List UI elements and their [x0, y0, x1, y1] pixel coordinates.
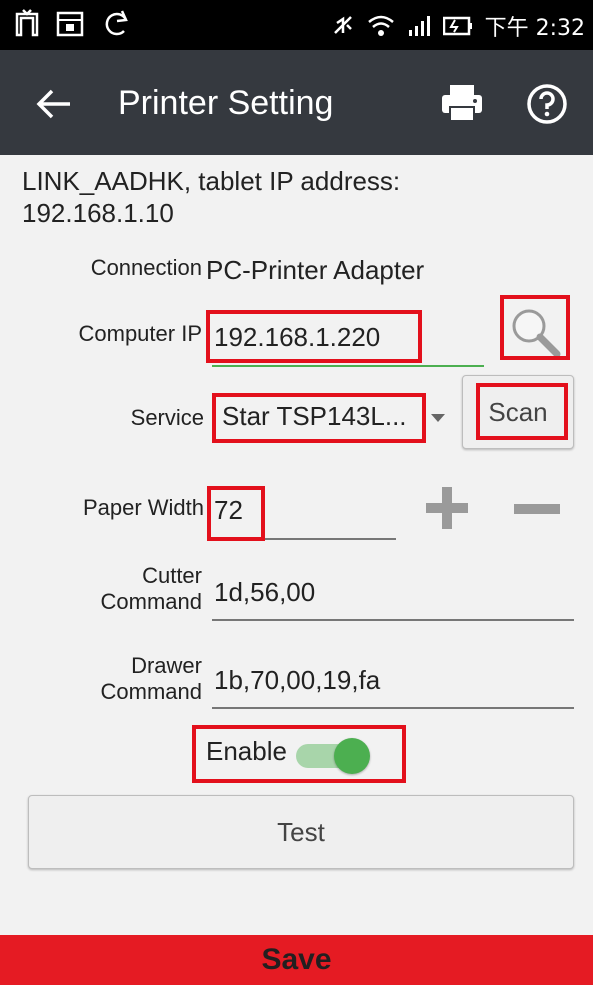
app-bar: Printer Setting: [0, 50, 593, 155]
connection-value: PC-Printer Adapter: [206, 255, 425, 285]
computer-ip-underline: [212, 365, 484, 367]
status-right-icons: 下午 2:32: [331, 10, 585, 42]
status-bar: 下午 2:32: [0, 0, 593, 50]
refresh-icon: [105, 10, 128, 36]
page-title: Printer Setting: [118, 84, 334, 122]
notification-icon: [15, 9, 39, 37]
drawer-command-underline: [212, 707, 574, 709]
drawer-label-line2: Command: [100, 679, 202, 704]
cutter-command-input[interactable]: 1d,56,00: [214, 577, 315, 608]
computer-ip-highlight: [206, 310, 422, 363]
back-arrow-icon[interactable]: [30, 80, 78, 128]
scan-highlight: [476, 383, 568, 440]
battery-icon: [442, 16, 472, 36]
cutter-command-underline: [212, 619, 574, 621]
plus-icon[interactable]: [424, 485, 470, 531]
wifi-icon: [367, 15, 394, 36]
save-button[interactable]: Save: [0, 935, 593, 985]
status-left-icons: [14, 8, 132, 38]
computer-ip-label: Computer IP: [78, 321, 203, 346]
drawer-command-input[interactable]: 1b,70,00,19,fa: [214, 665, 380, 696]
test-button[interactable]: Test: [28, 795, 574, 869]
paper-width-highlight: [207, 486, 265, 541]
help-icon[interactable]: [526, 83, 568, 125]
dropdown-arrow-icon[interactable]: [430, 413, 446, 423]
cutter-label-line1: Cutter: [142, 563, 202, 588]
minus-icon[interactable]: [514, 503, 560, 515]
info-line-2: 192.168.1.10: [22, 198, 174, 228]
status-time: 下午 2:32: [484, 16, 585, 41]
drawer-label-line1: Drawer: [131, 653, 202, 678]
service-highlight: [212, 393, 426, 443]
mute-icon: [333, 16, 352, 34]
calendar-icon: [56, 11, 84, 37]
settings-form: LINK_AADHK, tablet IP address: 192.168.1…: [0, 155, 593, 935]
print-icon[interactable]: [440, 83, 484, 123]
drawer-command-label: Drawer Command: [60, 653, 202, 705]
paper-width-label: Paper Width: [82, 495, 204, 520]
cutter-label-line2: Command: [100, 589, 202, 614]
signal-icon: [408, 16, 430, 36]
connection-label: Connection: [90, 255, 202, 280]
search-highlight: [500, 295, 570, 360]
enable-toggle-thumb[interactable]: [334, 738, 370, 774]
cutter-command-label: Cutter Command: [60, 563, 202, 615]
enable-label: Enable: [206, 736, 287, 766]
service-label: Service: [130, 405, 204, 430]
info-line-1: LINK_AADHK, tablet IP address:: [22, 166, 401, 196]
info-text: LINK_AADHK, tablet IP address: 192.168.1…: [22, 165, 400, 229]
